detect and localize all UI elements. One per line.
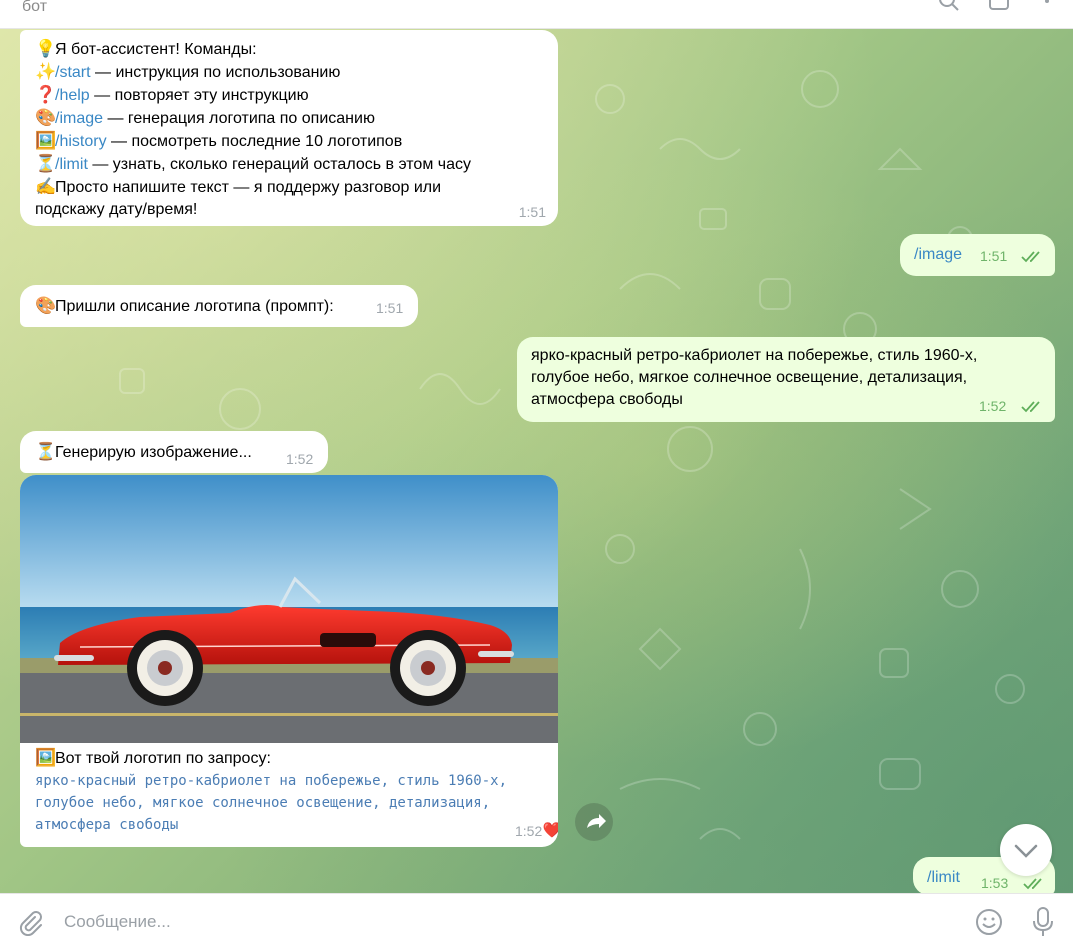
bot-message-result[interactable]: 🖼️Вот твой логотип по запросу: ярко-крас…: [20, 475, 558, 847]
user-message-image[interactable]: /image 1:51: [900, 234, 1055, 276]
message-time: 1:52: [515, 823, 543, 839]
prompt-line1: ярко-красный ретро-кабриолет на побережь…: [531, 347, 978, 364]
bot-message-generating[interactable]: ⏳Генерирую изображение... 1:52: [20, 431, 328, 473]
picture-icon: 🖼️: [35, 748, 57, 767]
chevron-down-icon: [1014, 844, 1038, 858]
read-ticks-icon: [1023, 878, 1042, 890]
palette-icon: 🎨: [35, 296, 57, 315]
microphone-icon[interactable]: [1030, 906, 1056, 938]
user-message-prompt[interactable]: ярко-красный ретро-кабриолет на побережь…: [517, 337, 1055, 422]
question-icon: ❓: [35, 85, 57, 104]
image-command-link[interactable]: /image: [55, 110, 103, 127]
limit-command-link[interactable]: /limit: [55, 156, 88, 173]
chat-title: бот: [22, 0, 48, 15]
help-command-link[interactable]: /help: [55, 87, 90, 104]
read-ticks-icon: [1021, 251, 1040, 263]
chat-hint-line2: подскажу дату/время!: [35, 201, 198, 218]
message-time: 1:51: [518, 204, 546, 220]
writing-hand-icon: ✍️: [35, 177, 57, 196]
chat-hint-line1: ✍️Просто напишите текст — я поддержу раз…: [35, 177, 442, 196]
attach-icon[interactable]: [16, 908, 44, 936]
message-time: 1:51: [980, 248, 1008, 264]
history-command-link[interactable]: /history: [55, 133, 107, 150]
prompt-line2: голубое небо, мягкое солнечное освещение…: [531, 369, 968, 386]
message-input[interactable]: [62, 908, 946, 936]
heart-reaction-icon[interactable]: ❤️: [542, 821, 558, 841]
forward-button[interactable]: [575, 803, 613, 841]
result-caption: 🖼️Вот твой логотип по запросу:: [35, 748, 271, 767]
prompt-line3: атмосфера свободы: [531, 391, 683, 408]
command-image: 🎨/image — генерация логотипа по описанию: [35, 108, 375, 127]
message-time: 1:52: [286, 451, 314, 467]
result-caption-block: 🖼️Вот твой логотип по запросу: ярко-крас…: [35, 747, 507, 836]
generated-car-image[interactable]: [20, 475, 558, 743]
commands-intro: 💡Я бот-ассистент! Команды:: [35, 39, 257, 58]
chat-area[interactable]: 💡Я бот-ассистент! Команды: ✨/start — инс…: [0, 29, 1073, 893]
more-menu-icon[interactable]: [1036, 0, 1058, 12]
message-time: 1:51: [376, 300, 404, 316]
generating-text: Генерирую изображение...: [55, 444, 252, 461]
bot-message-send-prompt[interactable]: 🎨Пришли описание логотипа (промпт): 1:51: [20, 285, 418, 327]
scroll-to-bottom-button[interactable]: [1000, 824, 1052, 876]
limit-command-link[interactable]: /limit: [927, 869, 960, 886]
message-time: 1:52: [979, 398, 1007, 414]
forward-arrow-icon: [587, 814, 606, 828]
chat-header: бот: [0, 0, 1073, 29]
hourglass-icon: ⏳: [35, 442, 57, 461]
search-icon[interactable]: [938, 0, 960, 12]
sidebar-toggle-icon[interactable]: [988, 0, 1010, 12]
image-command-link[interactable]: /image: [914, 246, 962, 263]
command-start: ✨/start — инструкция по использованию: [35, 62, 341, 81]
result-prompt-line3: атмосфера свободы: [35, 817, 179, 833]
result-prompt-line1: ярко-красный ретро-кабриолет на побережь…: [35, 773, 508, 789]
message-composer: [0, 893, 1073, 949]
read-ticks-icon: [1021, 401, 1040, 413]
emoji-icon[interactable]: [974, 907, 1004, 937]
result-prompt-line2: голубое небо, мягкое солнечное освещение…: [35, 795, 491, 811]
palette-icon: 🎨: [35, 108, 57, 127]
command-history: 🖼️/history — посмотреть последние 10 лог…: [35, 131, 403, 150]
send-prompt-text: Пришли описание логотипа (промпт):: [55, 298, 334, 315]
command-help: ❓/help — повторяет эту инструкцию: [35, 85, 309, 104]
sparkles-icon: ✨: [35, 62, 57, 81]
message-time: 1:53: [981, 875, 1009, 891]
lightbulb-icon: 💡: [35, 39, 57, 58]
hourglass-icon: ⏳: [35, 154, 57, 173]
start-command-link[interactable]: /start: [55, 64, 91, 81]
bot-message-commands[interactable]: 💡Я бот-ассистент! Команды: ✨/start — инс…: [20, 30, 558, 226]
picture-icon: 🖼️: [35, 131, 57, 150]
command-limit: ⏳/limit — узнать, сколько генераций оста…: [35, 154, 471, 173]
